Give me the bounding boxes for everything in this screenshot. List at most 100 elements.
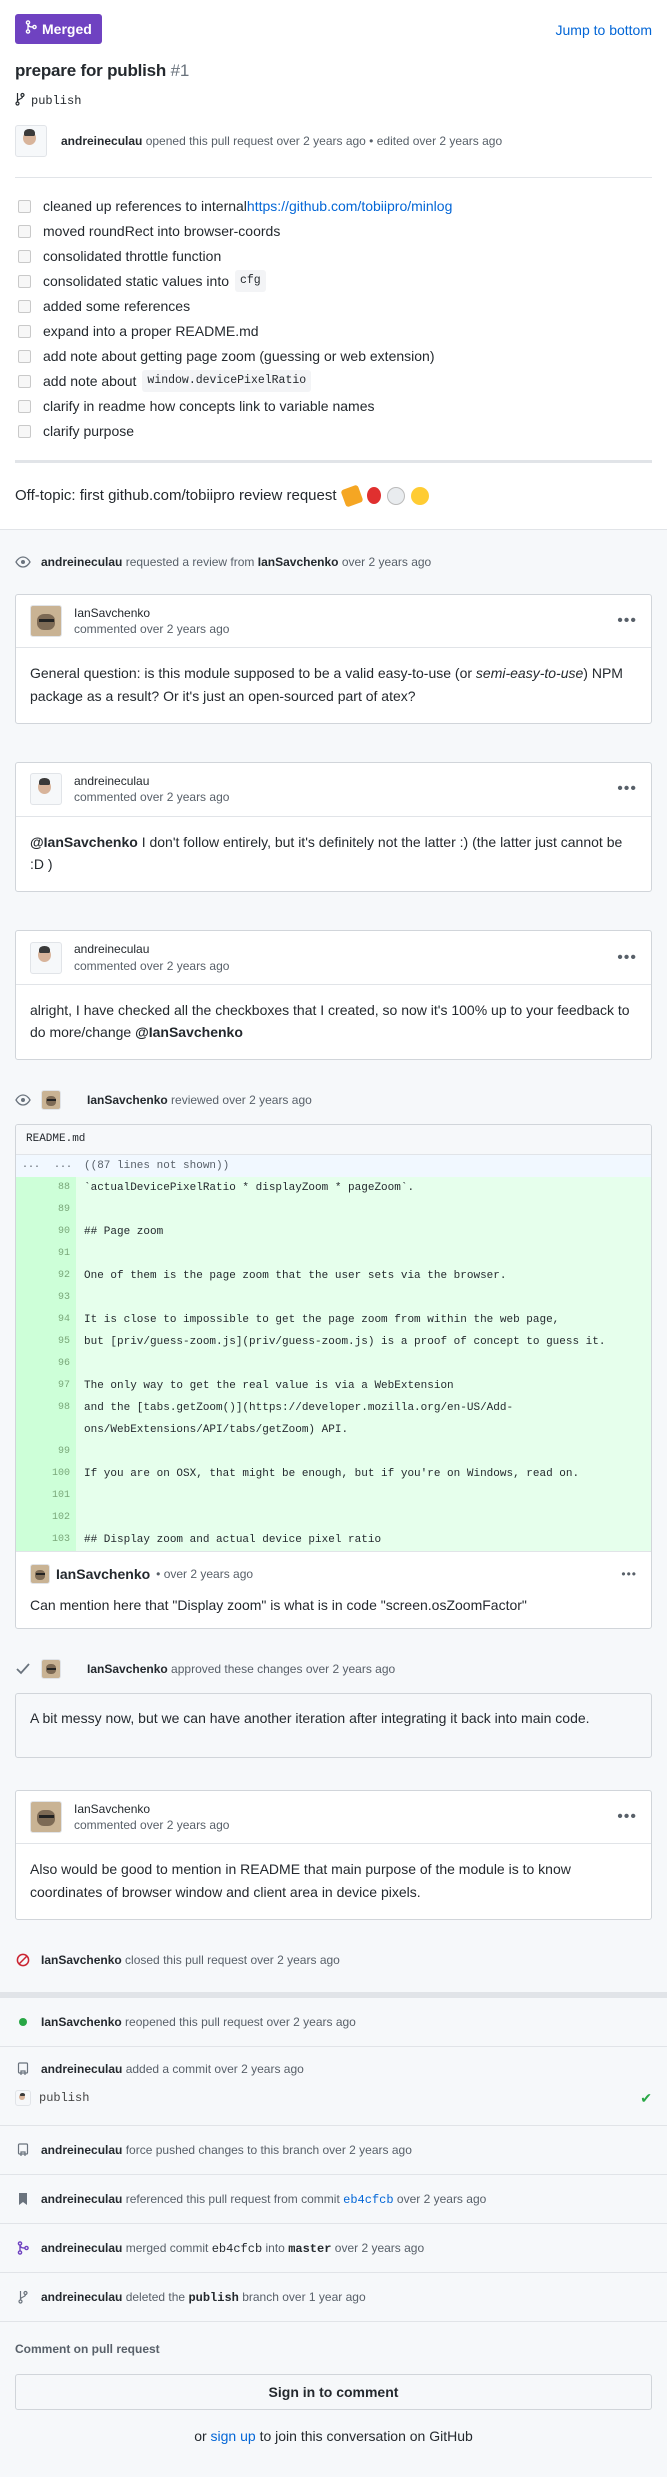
- comment-body: alright, I have checked all the checkbox…: [30, 1001, 630, 1041]
- diff-line[interactable]: 98 and the [tabs.getZoom()](https://devel…: [16, 1396, 651, 1441]
- checkbox[interactable]: [18, 249, 31, 263]
- new-line-number[interactable]: 95: [44, 1330, 76, 1353]
- checkbox[interactable]: [18, 399, 31, 413]
- diff-line[interactable]: 103 ## Display zoom and actual device pix…: [16, 1528, 651, 1551]
- comment-author[interactable]: IanSavchenko: [56, 1564, 150, 1585]
- checkbox[interactable]: [18, 349, 31, 363]
- diff-line[interactable]: 94 It is close to impossible to get the p…: [16, 1308, 651, 1331]
- checkmark-icon[interactable]: ✔: [640, 2088, 652, 2109]
- event-actor[interactable]: IanSavchenko: [87, 1093, 168, 1107]
- eye-icon: [15, 1092, 31, 1108]
- avatar[interactable]: [41, 1658, 61, 1679]
- commit-sha-link[interactable]: eb4cfcb: [343, 2193, 393, 2207]
- event-actor[interactable]: andreineculau: [41, 2290, 122, 2304]
- more-options-icon[interactable]: •••: [617, 777, 637, 801]
- event-time: over 2 years ago: [334, 2240, 425, 2255]
- diff-line[interactable]: 97 The only way to get the real value is …: [16, 1374, 651, 1397]
- new-line-number[interactable]: 97: [44, 1374, 76, 1397]
- diff-line[interactable]: 100 If you are on OSX, that might be enou…: [16, 1462, 651, 1485]
- more-options-icon[interactable]: •••: [617, 946, 637, 970]
- avatar[interactable]: [30, 1801, 62, 1834]
- checkbox[interactable]: [18, 424, 31, 438]
- jump-to-bottom-link[interactable]: Jump to bottom: [556, 20, 653, 41]
- diff-line[interactable]: 99: [16, 1440, 651, 1463]
- new-line-number[interactable]: 96: [44, 1352, 76, 1375]
- task-text: expand into a proper README.md: [43, 322, 259, 339]
- new-line-number[interactable]: 102: [44, 1506, 76, 1529]
- comment-author[interactable]: IanSavchenko: [74, 606, 150, 620]
- task-item: cleaned up references to internal https:…: [15, 194, 652, 219]
- comment-body: @IanSavchenko I don't follow entirely, b…: [30, 833, 623, 872]
- new-line-number[interactable]: 89: [44, 1198, 76, 1221]
- diff-line[interactable]: 96: [16, 1352, 651, 1375]
- checkbox[interactable]: [18, 324, 31, 338]
- new-line-number[interactable]: 93: [44, 1286, 76, 1309]
- commit-message[interactable]: publish: [39, 2089, 89, 2107]
- new-line-number[interactable]: 98: [44, 1396, 76, 1441]
- new-line-number[interactable]: 94: [44, 1308, 76, 1331]
- sign-in-button[interactable]: Sign in to comment: [15, 2374, 652, 2411]
- checkbox[interactable]: [18, 374, 31, 388]
- old-line-number: [16, 1286, 44, 1309]
- avatar[interactable]: [30, 941, 62, 974]
- diff-line[interactable]: 95 but [priv/guess-zoom.js](priv/guess-zo…: [16, 1330, 651, 1353]
- checkbox[interactable]: [18, 299, 31, 313]
- event-actor[interactable]: andreineculau: [41, 2241, 122, 2255]
- user-mention[interactable]: @IanSavchenko: [135, 1024, 243, 1040]
- more-options-icon[interactable]: •••: [617, 1805, 637, 1829]
- comment-author[interactable]: IanSavchenko: [74, 1802, 150, 1816]
- event-actor[interactable]: andreineculau: [41, 2062, 122, 2076]
- avatar[interactable]: [41, 1090, 61, 1111]
- sign-up-link[interactable]: sign up: [211, 2428, 256, 2444]
- more-options-icon[interactable]: •••: [621, 1565, 637, 1583]
- new-line-number[interactable]: 91: [44, 1242, 76, 1265]
- checkbox[interactable]: [18, 274, 31, 288]
- file-name[interactable]: README.md: [16, 1125, 651, 1155]
- commit-sha[interactable]: eb4cfcb: [212, 2242, 262, 2256]
- avatar[interactable]: [15, 124, 47, 157]
- new-line-number[interactable]: 103: [44, 1528, 76, 1551]
- diff-hunk[interactable]: ...... ((87 lines not shown)): [16, 1154, 651, 1177]
- comment-author[interactable]: andreineculau: [74, 774, 149, 788]
- event-actor[interactable]: IanSavchenko: [87, 1662, 168, 1676]
- new-line-number[interactable]: 101: [44, 1484, 76, 1507]
- new-line-number[interactable]: 90: [44, 1220, 76, 1243]
- avatar[interactable]: [15, 2090, 31, 2107]
- task-link[interactable]: https://github.com/tobiipro/minlog: [247, 196, 452, 217]
- diff-line[interactable]: 102: [16, 1506, 651, 1529]
- new-line-number[interactable]: 92: [44, 1264, 76, 1287]
- comment-time: commented over 2 years ago: [74, 622, 230, 637]
- new-line-number[interactable]: 99: [44, 1440, 76, 1463]
- diff-code: ## Display zoom and actual device pixel …: [76, 1528, 651, 1551]
- user-mention[interactable]: @IanSavchenko: [30, 834, 138, 850]
- merged-status-badge: Merged: [15, 14, 102, 44]
- avatar[interactable]: [30, 773, 62, 806]
- avatar[interactable]: [30, 605, 62, 638]
- checkbox[interactable]: [18, 199, 31, 213]
- new-line-number[interactable]: 88: [44, 1176, 76, 1199]
- comment-author[interactable]: andreineculau: [74, 942, 149, 956]
- new-line-number[interactable]: 100: [44, 1462, 76, 1485]
- diff-line[interactable]: 92 One of them is the page zoom that the …: [16, 1264, 651, 1287]
- diff-line[interactable]: 89: [16, 1198, 651, 1221]
- avatar[interactable]: [30, 1564, 50, 1585]
- inline-code: cfg: [235, 270, 266, 292]
- diff-line[interactable]: 101: [16, 1484, 651, 1507]
- branch-name[interactable]: publish: [31, 92, 81, 110]
- diff-line[interactable]: 91: [16, 1242, 651, 1265]
- event-actor[interactable]: andreineculau: [41, 2192, 122, 2206]
- comment-time: commented over 2 years ago: [74, 790, 230, 805]
- diff-line[interactable]: 90 ## Page zoom: [16, 1220, 651, 1243]
- event-actor[interactable]: andreineculau: [41, 2143, 122, 2157]
- diff-line[interactable]: 93: [16, 1286, 651, 1309]
- event-actor[interactable]: IanSavchenko: [41, 1953, 122, 1967]
- more-options-icon[interactable]: •••: [617, 609, 637, 633]
- event-actor[interactable]: andreineculau: [41, 555, 122, 569]
- comment-time: • over 2 years ago: [156, 1567, 254, 1582]
- branch-name[interactable]: master: [288, 2242, 331, 2256]
- event-target[interactable]: IanSavchenko: [258, 555, 339, 569]
- checkbox[interactable]: [18, 224, 31, 238]
- diff-line[interactable]: 88 `actualDevicePixelRatio * displayZoom …: [16, 1176, 651, 1199]
- author-name[interactable]: andreineculau: [61, 134, 142, 148]
- event-actor[interactable]: IanSavchenko: [41, 2015, 122, 2029]
